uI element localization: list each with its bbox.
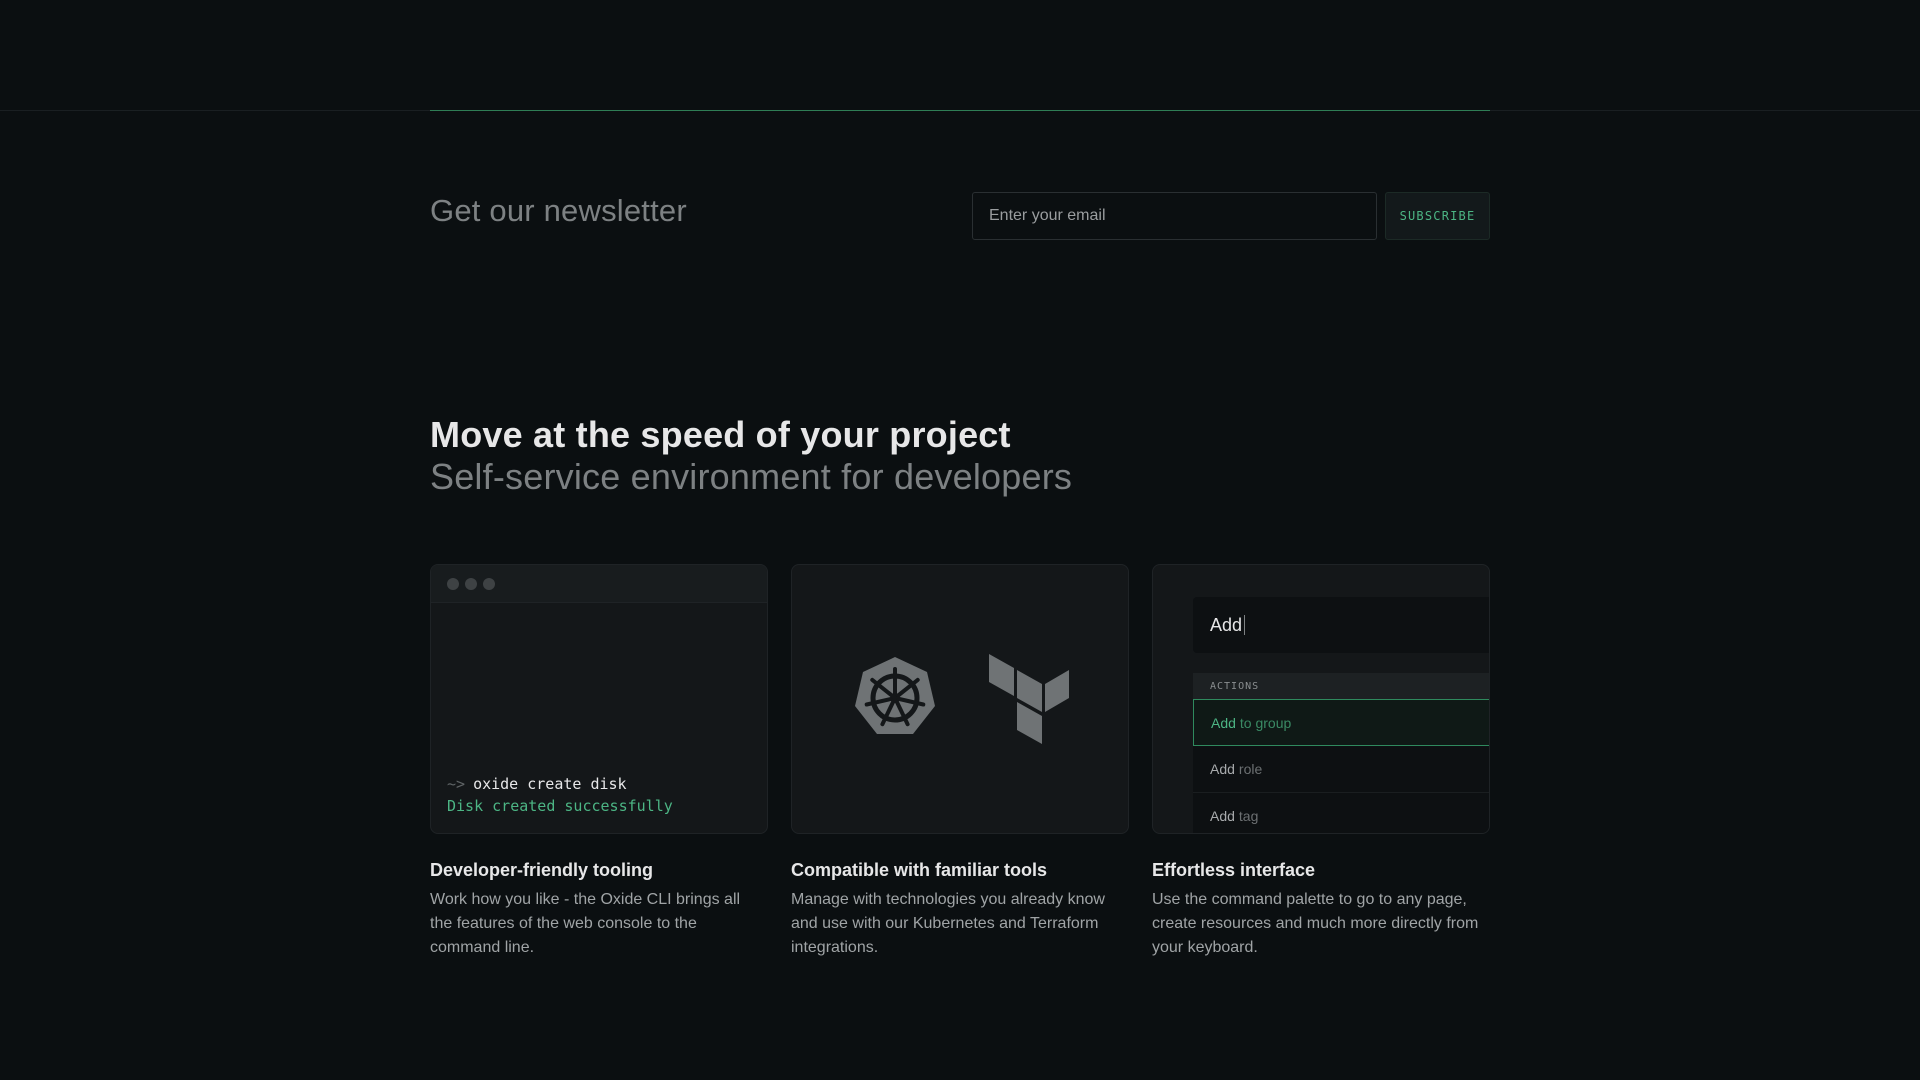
card-description-tooling: Work how you like - the Oxide CLI brings… — [430, 891, 741, 956]
terminal-title-bar — [431, 565, 767, 603]
command-palette-input[interactable]: Add — [1193, 597, 1489, 653]
palette-item-match: Add — [1210, 761, 1235, 777]
command-palette-query: Add — [1210, 614, 1243, 635]
card-title-tooling: Developer-friendly tooling — [430, 860, 654, 880]
integrations-card — [791, 564, 1129, 834]
text-caret — [1244, 615, 1246, 635]
email-input[interactable] — [972, 192, 1377, 240]
palette-item-add-to-group[interactable]: Add to group — [1193, 699, 1489, 746]
actions-group-label: ACTIONS — [1193, 673, 1489, 699]
terminal-prompt: ~> — [447, 775, 466, 793]
section-title: Move at the speed of your project — [430, 414, 1011, 455]
palette-item-match: Add — [1211, 714, 1236, 731]
subscribe-button[interactable]: SUBSCRIBE — [1385, 192, 1490, 240]
palette-item-rest: to group — [1239, 714, 1292, 731]
terminal-command-line: ~> oxide create disk — [447, 775, 627, 793]
card-description-tools: Manage with technologies you already kno… — [791, 891, 1105, 956]
palette-item-rest: role — [1238, 761, 1263, 777]
terminal-command: oxide create disk — [473, 775, 627, 793]
card-title-interface: Effortless interface — [1152, 860, 1316, 880]
page: Get our newsletter SUBSCRIBE Move at the… — [0, 0, 1920, 1080]
section-subtitle: Self-service environment for developers — [430, 456, 1073, 497]
newsletter-title: Get our newsletter — [430, 193, 687, 228]
terminal-card: ~> oxide create disk Disk created success… — [430, 564, 768, 834]
card-description-interface: Use the command palette to go to any pag… — [1152, 891, 1479, 956]
palette-item-add-tag[interactable]: Add tag — [1193, 793, 1489, 833]
window-dot-icon — [465, 577, 477, 590]
top-accent-line — [430, 110, 1490, 111]
terminal-output: Disk created successfully — [447, 797, 673, 815]
kubernetes-icon — [855, 657, 935, 734]
window-dot-icon — [483, 577, 495, 590]
command-palette-results: ACTIONS Add to group Add role Add tag — [1193, 673, 1489, 833]
palette-item-match: Add — [1210, 808, 1235, 824]
palette-item-add-role[interactable]: Add role — [1193, 746, 1489, 793]
palette-item-rest: tag — [1238, 808, 1259, 824]
card-title-tools: Compatible with familiar tools — [791, 860, 1048, 880]
window-dot-icon — [447, 577, 459, 590]
command-palette-card: Add ACTIONS Add to group Add role Add tag — [1152, 564, 1490, 834]
terraform-icon — [989, 654, 1069, 744]
